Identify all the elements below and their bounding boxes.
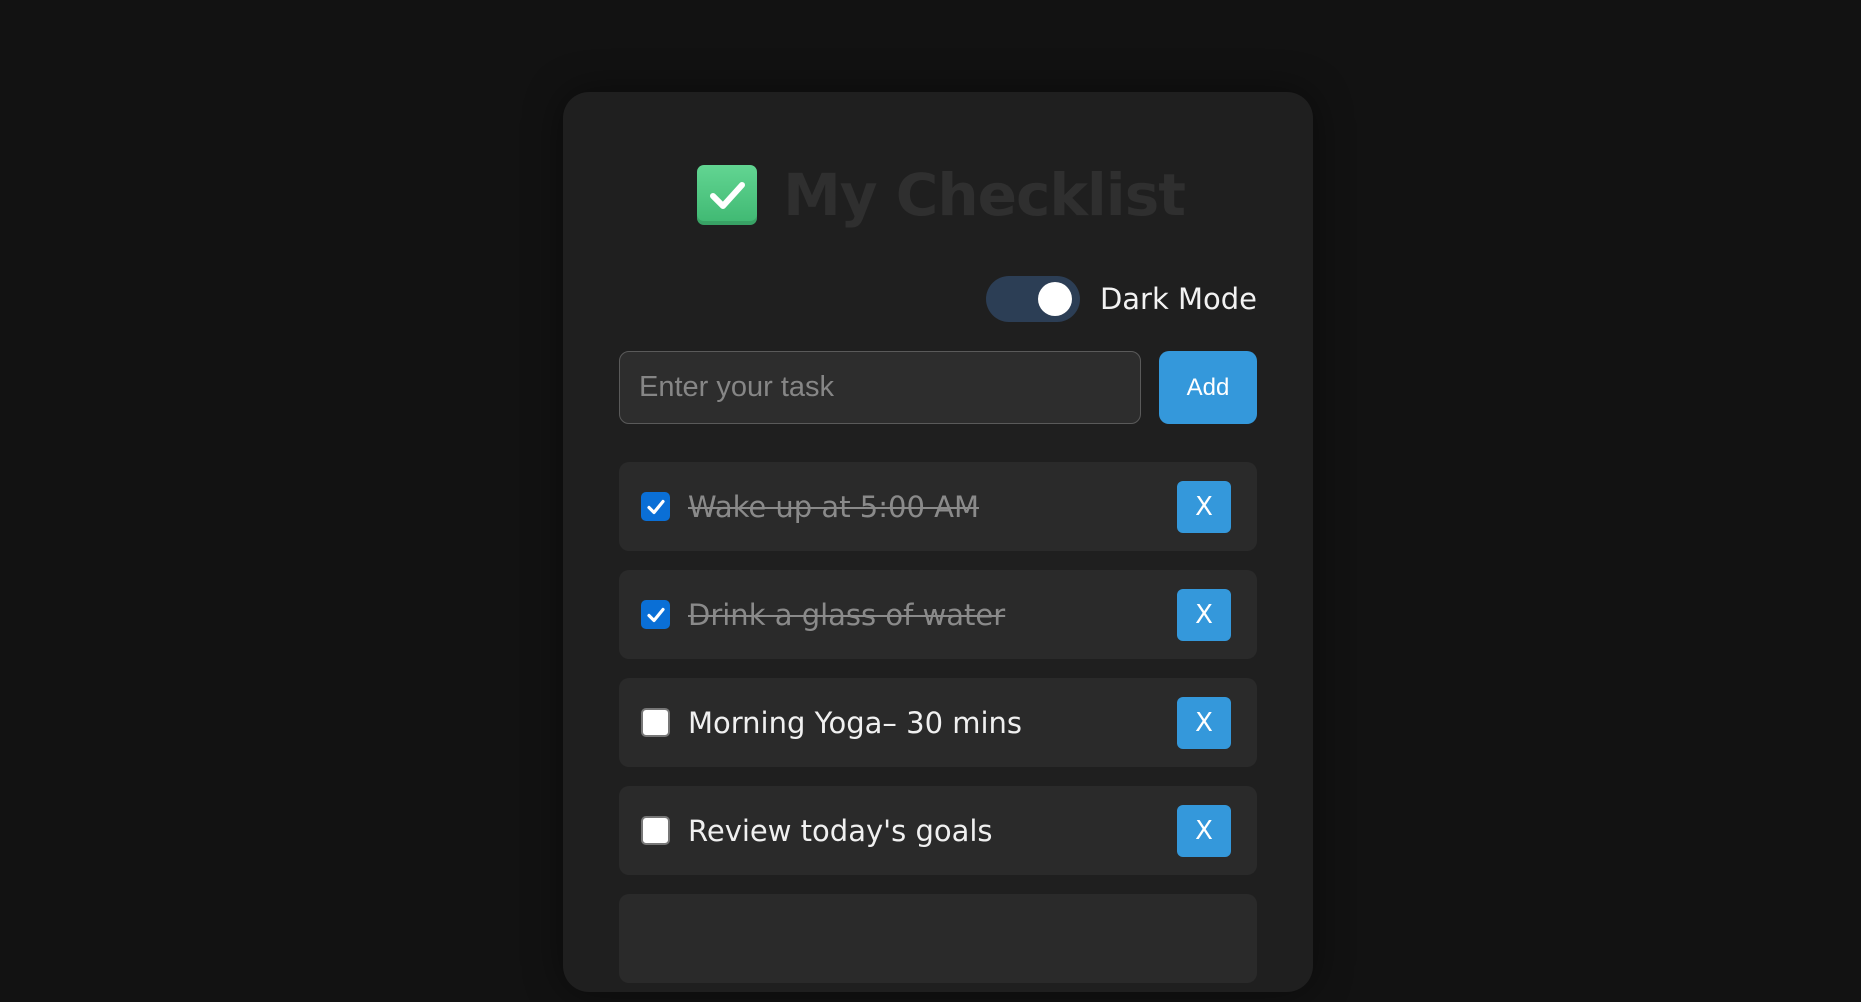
- toggle-knob: [1037, 282, 1072, 316]
- task-text: Drink a glass of water: [688, 597, 1006, 632]
- delete-task-button[interactable]: X: [1177, 804, 1231, 857]
- task-input[interactable]: [619, 351, 1141, 424]
- task-checkbox[interactable]: [641, 600, 670, 629]
- task-list: Wake up at 5:00 AM X Drink a glass of wa…: [619, 462, 1257, 1002]
- dark-mode-control: Dark Mode: [985, 276, 1257, 322]
- checklist-card: My Checklist Dark Mode Add Wake up at 5:…: [563, 92, 1313, 992]
- checkmark-icon: [646, 607, 665, 622]
- task-checkbox[interactable]: [641, 492, 670, 521]
- task-item-partial: [619, 894, 1257, 983]
- page-title: My Checklist: [783, 161, 1186, 229]
- delete-task-button[interactable]: X: [1177, 480, 1231, 533]
- add-task-form: Add: [619, 351, 1257, 424]
- task-text: Morning Yoga– 30 mins: [688, 705, 1023, 740]
- delete-task-button[interactable]: X: [1177, 696, 1231, 749]
- task-checkbox[interactable]: [641, 708, 670, 737]
- task-item: Morning Yoga– 30 mins X: [619, 678, 1257, 767]
- delete-task-button[interactable]: X: [1177, 588, 1231, 641]
- header: My Checklist: [563, 160, 1313, 230]
- task-text: Wake up at 5:00 AM: [688, 489, 979, 524]
- task-item: Review today's goals X: [619, 786, 1257, 875]
- task-checkbox[interactable]: [641, 816, 670, 845]
- dark-mode-toggle[interactable]: [985, 276, 1080, 322]
- task-item: Wake up at 5:00 AM X: [619, 462, 1257, 551]
- dark-mode-label: Dark Mode: [1099, 282, 1257, 316]
- checkmark-icon: [646, 499, 665, 514]
- check-mark-icon: [697, 165, 758, 225]
- task-text: Review today's goals: [688, 813, 993, 848]
- task-item: Drink a glass of water X: [619, 570, 1257, 659]
- add-button[interactable]: Add: [1159, 351, 1257, 424]
